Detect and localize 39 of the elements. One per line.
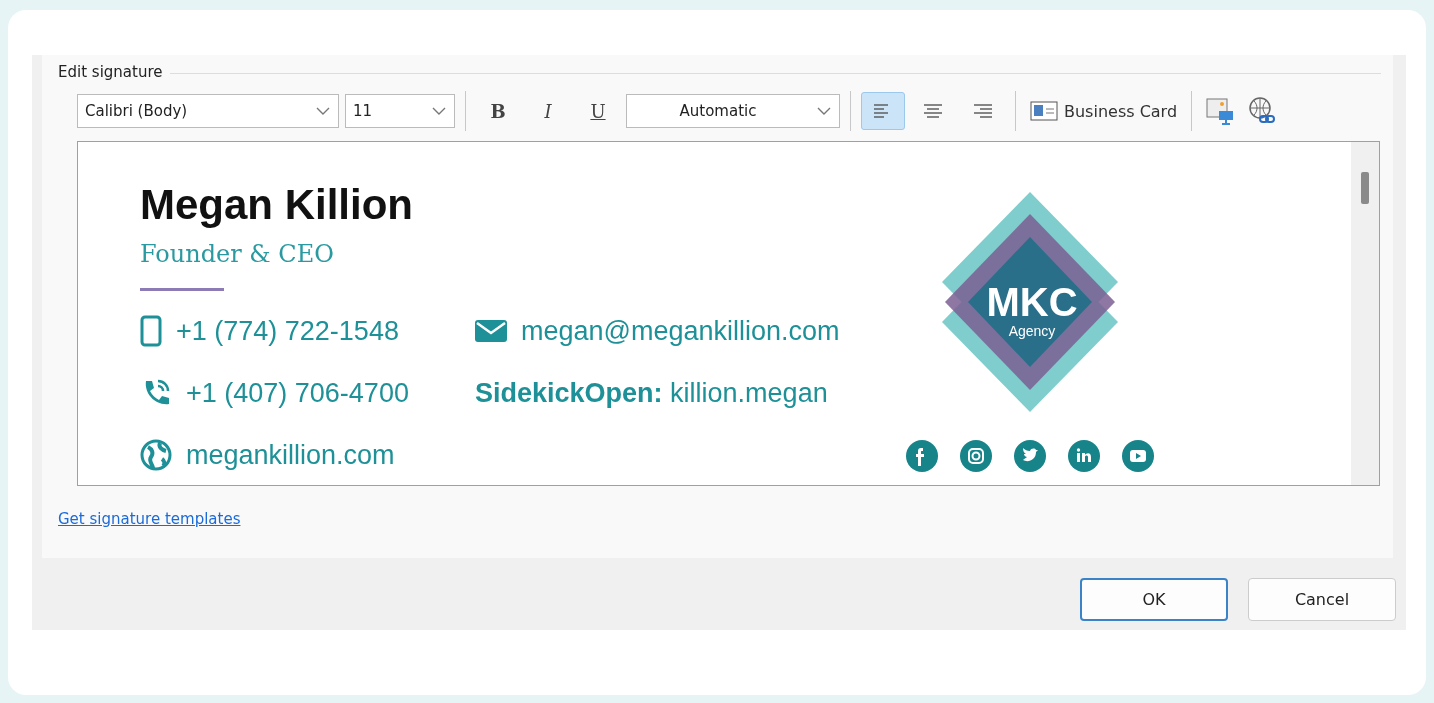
signature-name: Megan Killion xyxy=(140,184,414,226)
youtube-icon[interactable] xyxy=(1122,440,1154,472)
contact-text: megankillion.com xyxy=(186,439,395,471)
contact-text: megan@megankillion.com xyxy=(521,315,840,347)
globe-link-icon xyxy=(1247,96,1278,126)
instagram-icon[interactable] xyxy=(960,440,992,472)
company-logo: MKC Agency xyxy=(940,192,1120,412)
align-button[interactable] xyxy=(861,92,905,130)
scrollbar[interactable] xyxy=(1351,142,1379,485)
twitter-icon[interactable] xyxy=(1014,440,1046,472)
linkedin-icon[interactable] xyxy=(1068,440,1100,472)
envelope-icon xyxy=(475,320,507,342)
contact-text: +1 (407) 706-4700 xyxy=(186,377,409,409)
section-label: Edit signature xyxy=(58,63,163,81)
font-color-dropdown[interactable]: Automatic xyxy=(626,94,840,128)
align-right-icon xyxy=(972,103,994,119)
align-center-icon xyxy=(922,103,944,119)
signature-title: Founder & CEO xyxy=(140,240,335,268)
underline-button[interactable]: U xyxy=(576,94,620,128)
contact-card-icon xyxy=(1030,101,1058,121)
dialog-button[interactable]: OK xyxy=(1080,578,1228,621)
bold-button[interactable]: B xyxy=(476,94,520,128)
facebook-icon[interactable] xyxy=(906,440,938,472)
contact-text: SidekickOpen: killion.megan xyxy=(475,377,828,409)
dialog-button[interactable]: Cancel xyxy=(1248,578,1396,621)
font-size-dropdown[interactable]: 11 xyxy=(345,94,455,128)
signature-editor[interactable]: Megan Killion Founder & CEO +1 (774) 722-1548 megan@megankillion.com +1 (407) 706-4700 SidekickOpen: killion.megan megankillion.com MKC Agency xyxy=(77,141,1380,486)
italic-button[interactable]: I xyxy=(526,94,570,128)
templates-link[interactable]: Get signature templates xyxy=(58,510,241,528)
chevron-down-icon xyxy=(316,106,330,116)
chevron-down-icon xyxy=(817,106,831,116)
chevron-down-icon xyxy=(432,106,446,116)
picture-monitor-icon xyxy=(1205,96,1236,126)
globe-icon xyxy=(140,439,172,471)
scroll-thumb[interactable] xyxy=(1361,172,1369,204)
business-card-button[interactable]: Business Card xyxy=(1026,94,1182,128)
font-dropdown[interactable]: Calibri (Body) xyxy=(77,94,339,128)
contact-text: +1 (774) 722-1548 xyxy=(176,315,399,347)
mobile-phone-icon xyxy=(140,315,162,347)
